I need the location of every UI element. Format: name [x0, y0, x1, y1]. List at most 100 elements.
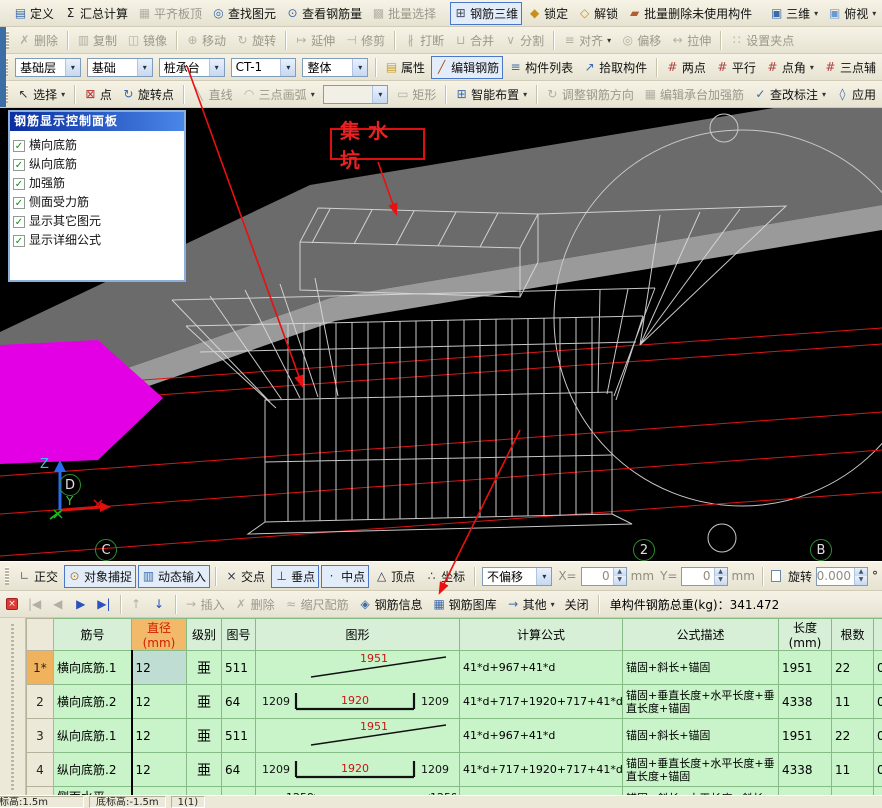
cell-name[interactable]: 横向底筋.1: [54, 651, 132, 685]
rebar-library-button[interactable]: ▦钢筋图库: [429, 593, 501, 616]
cell-length[interactable]: 1951: [779, 719, 832, 753]
cell-level[interactable]: 亜: [187, 787, 222, 796]
rebar-3d-button[interactable]: ⊞钢筋三维: [450, 2, 522, 25]
cell-length[interactable]: 1951: [779, 651, 832, 685]
cell-code[interactable]: 64: [222, 685, 256, 719]
checkbox-checked-icon[interactable]: ✓: [13, 235, 25, 247]
cell-length[interactable]: 4338: [779, 685, 832, 719]
cell-length[interactable]: 4338: [779, 753, 832, 787]
check-annotation-button[interactable]: ✓查改标注▾: [750, 83, 830, 106]
panel-item-5[interactable]: ✓显示详细公式: [13, 231, 181, 250]
component-list-button[interactable]: ≡构件列表: [505, 56, 577, 79]
cell-num[interactable]: 5: [27, 787, 54, 796]
vertex-snap-button[interactable]: △顶点: [371, 565, 419, 588]
chevron-down-icon[interactable]: ▾: [65, 59, 80, 76]
col-header-length[interactable]: 长度(mm): [779, 619, 832, 651]
midpoint-snap-button[interactable]: ·中点: [321, 565, 369, 588]
table-row[interactable]: 5侧面水平筋.112亜615125945220345125941*d+767+2…: [27, 787, 882, 796]
select-button[interactable]: ↖选择▾: [13, 83, 69, 106]
cell-count[interactable]: 22: [832, 651, 874, 685]
col-header-level[interactable]: 级别: [187, 619, 222, 651]
table-row[interactable]: 2横向底筋.212亜6412091920120941*d+717+1920+71…: [27, 685, 882, 719]
nav-last-button[interactable]: ▶|: [93, 595, 114, 614]
point-angle-button[interactable]: #点角▾: [762, 56, 818, 79]
col-header-num[interactable]: [27, 619, 54, 651]
edit-rebar-button[interactable]: ╱编辑钢筋: [431, 56, 503, 79]
cell-shape[interactable]: 1951: [256, 651, 460, 685]
cell-dia[interactable]: 12: [132, 787, 187, 796]
cell-name[interactable]: 纵向底筋.1: [54, 719, 132, 753]
checkbox-checked-icon[interactable]: ✓: [13, 140, 25, 152]
cell-extra[interactable]: 0: [874, 787, 882, 796]
define-button[interactable]: ▤定义: [10, 2, 58, 25]
view-top-button[interactable]: ▣俯视▾: [824, 2, 880, 25]
cell-name[interactable]: 纵向底筋.2: [54, 753, 132, 787]
table-row[interactable]: 1*横向底筋.112亜511195141*d+967+41*d锚固+斜长+锚固1…: [27, 651, 882, 685]
cell-code[interactable]: 511: [222, 719, 256, 753]
apply-button[interactable]: ◊应用: [832, 83, 880, 106]
cell-level[interactable]: 亜: [187, 753, 222, 787]
cell-code[interactable]: 64: [222, 753, 256, 787]
cell-desc[interactable]: 锚固+斜长+锚固: [623, 651, 779, 685]
unlock-button[interactable]: ◇解锁: [574, 2, 622, 25]
col-header-shape-code[interactable]: 图号: [222, 619, 256, 651]
close-editor-button[interactable]: 关闭: [561, 593, 593, 616]
properties-button[interactable]: ▤属性: [381, 56, 429, 79]
checkbox-checked-icon[interactable]: ✓: [13, 159, 25, 171]
checkbox-checked-icon[interactable]: ✓: [13, 178, 25, 190]
element-combo[interactable]: CT-1▾: [231, 58, 297, 77]
panel-item-4[interactable]: ✓显示其它图元: [13, 212, 181, 231]
col-header-name[interactable]: 筋号: [54, 619, 132, 651]
col-header-extra[interactable]: [874, 619, 882, 651]
cell-formula[interactable]: 41*d+717+1920+717+41*d: [460, 685, 623, 719]
panel-item-1[interactable]: ✓纵向底筋: [13, 155, 181, 174]
cell-count[interactable]: 22: [832, 719, 874, 753]
rotate-point-button[interactable]: ↻旋转点: [118, 83, 178, 106]
cell-desc[interactable]: 锚固+斜长+水平长度+斜长+锚固: [623, 787, 779, 796]
chevron-down-icon[interactable]: ▾: [536, 568, 551, 585]
cell-count[interactable]: 11: [832, 753, 874, 787]
object-snap-button[interactable]: ⊙对象捕捉: [64, 565, 136, 588]
col-header-count[interactable]: 根数: [832, 619, 874, 651]
cell-num[interactable]: 1*: [27, 651, 54, 685]
batch-delete-unused-button[interactable]: ▰批量删除未使用构件: [624, 2, 756, 25]
chevron-down-icon[interactable]: ▾: [209, 59, 224, 76]
cell-extra[interactable]: 0: [874, 753, 882, 787]
type-combo[interactable]: 桩承台▾: [159, 58, 225, 77]
perpendicular-snap-button[interactable]: ⊥垂点: [271, 565, 319, 588]
lock-button[interactable]: ◆锁定: [524, 2, 572, 25]
ortho-button[interactable]: ∟正交: [14, 565, 62, 588]
chevron-down-icon[interactable]: ▾: [137, 59, 152, 76]
two-point-button[interactable]: #两点: [662, 56, 710, 79]
spinner-arrows-icon[interactable]: ▲▼: [613, 568, 626, 585]
dynamic-input-button[interactable]: ▥动态输入: [138, 565, 210, 588]
cell-formula[interactable]: 41*d+967+41*d: [460, 719, 623, 753]
col-header-shape[interactable]: 图形: [256, 619, 460, 651]
cell-desc[interactable]: 锚固+垂直长度+水平长度+垂直长度+锚固: [623, 753, 779, 787]
rebar-table-container[interactable]: 筋号 直径(mm) 级别 图号 图形 计算公式 公式描述 长度(mm) 根数 1…: [26, 618, 882, 795]
close-rebar-grid-button[interactable]: ×: [2, 595, 22, 613]
rebar-display-control-panel[interactable]: 钢筋显示控制面板 ✓横向底筋✓纵向底筋✓加强筋✓侧面受力筋✓显示其它图元✓显示详…: [8, 110, 186, 282]
category-combo[interactable]: 基础▾: [87, 58, 153, 77]
cell-shape[interactable]: 1259452203451259: [256, 787, 460, 796]
checkbox-checked-icon[interactable]: ✓: [13, 197, 25, 209]
display-mode-combo[interactable]: 整体▾: [302, 58, 368, 77]
parallel-button[interactable]: #平行: [712, 56, 760, 79]
rotate-checkbox[interactable]: [771, 570, 781, 582]
cell-shape[interactable]: 1951: [256, 719, 460, 753]
view-rebar-amount-button[interactable]: ⊙查看钢筋量: [282, 2, 366, 25]
cell-extra[interactable]: 0: [874, 651, 882, 685]
y-offset-input[interactable]: 0▲▼: [681, 567, 727, 586]
col-header-formula-desc[interactable]: 公式描述: [623, 619, 779, 651]
cell-extra[interactable]: 0: [874, 719, 882, 753]
cell-name[interactable]: 侧面水平筋.1: [54, 787, 132, 796]
intersection-snap-button[interactable]: ×交点: [221, 565, 269, 588]
nav-next-button[interactable]: ▶: [70, 595, 91, 614]
cell-num[interactable]: 4: [27, 753, 54, 787]
cell-code[interactable]: 615: [222, 787, 256, 796]
cell-count[interactable]: 11: [832, 685, 874, 719]
col-header-diameter[interactable]: 直径(mm): [132, 619, 187, 651]
cell-level[interactable]: 亜: [187, 719, 222, 753]
other-button[interactable]: →其他▾: [503, 593, 559, 616]
cell-length[interactable]: 4721: [779, 787, 832, 796]
